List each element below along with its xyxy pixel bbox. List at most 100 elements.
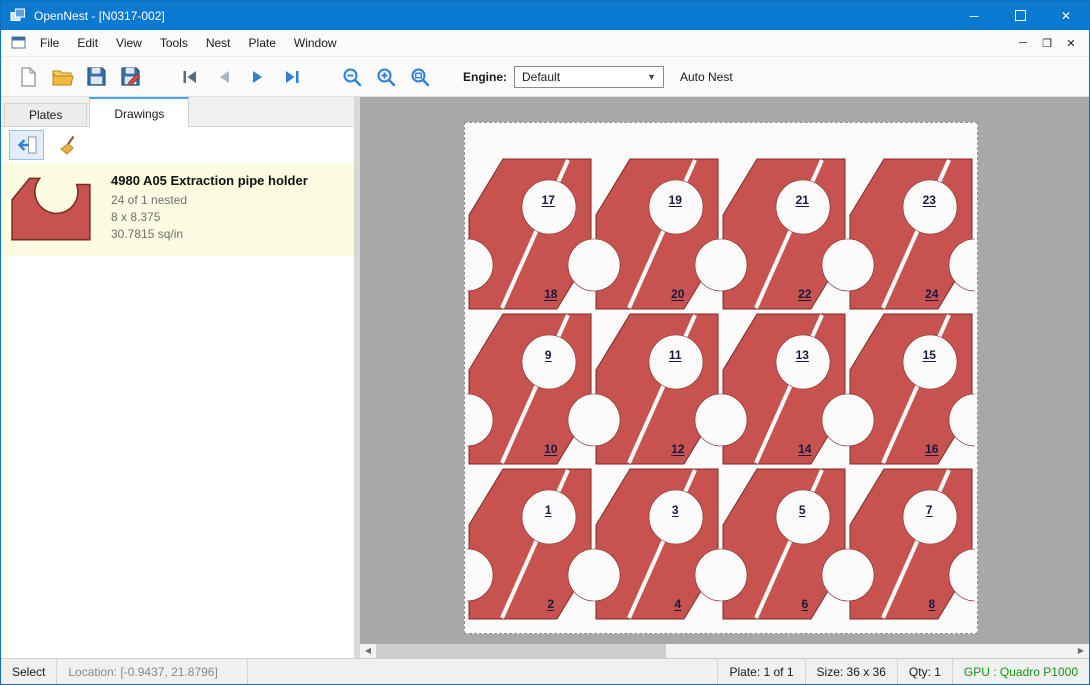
- first-arrow-icon: [180, 67, 200, 87]
- nest-tile[interactable]: 11 12: [594, 312, 721, 467]
- last-arrow-icon: [282, 67, 302, 87]
- scroll-right-icon[interactable]: ▶: [1073, 644, 1089, 658]
- menu-item-plate[interactable]: Plate: [240, 32, 285, 54]
- menu-item-edit[interactable]: Edit: [68, 32, 107, 54]
- horizontal-scrollbar[interactable]: ◀ ▶: [360, 644, 1089, 658]
- last-plate-button[interactable]: [275, 62, 309, 92]
- document-icon[interactable]: [11, 36, 27, 50]
- part-number[interactable]: 18: [544, 287, 557, 301]
- part-number[interactable]: 8: [928, 597, 935, 611]
- part-number[interactable]: 10: [544, 442, 557, 456]
- save-button[interactable]: [79, 62, 113, 92]
- minimize-button[interactable]: ─: [951, 1, 997, 30]
- app-window: OpenNest - [N0317-002] ─ ✕ FileEditViewT…: [0, 0, 1090, 685]
- menu-item-view[interactable]: View: [107, 32, 151, 54]
- part-number[interactable]: 4: [674, 597, 681, 611]
- new-file-button[interactable]: [11, 62, 45, 92]
- zoom-in-button[interactable]: [369, 62, 403, 92]
- engine-selected-value: Default: [522, 70, 560, 84]
- part-number[interactable]: 15: [923, 348, 936, 362]
- part-number[interactable]: 22: [798, 287, 811, 301]
- maximize-icon: [1015, 10, 1026, 21]
- part-number[interactable]: 3: [672, 503, 679, 517]
- zoom-out-button[interactable]: [335, 62, 369, 92]
- close-button[interactable]: ✕: [1043, 1, 1089, 30]
- zoom-in-icon: [375, 66, 397, 88]
- left-panel: Plates Drawings 4980 A05 Extraction pipe…: [1, 97, 355, 658]
- open-folder-icon: [50, 65, 74, 89]
- arrow-left-page-icon: [16, 134, 38, 156]
- chevron-down-icon: ▼: [647, 72, 656, 82]
- drawing-size: 8 x 8.375: [111, 209, 308, 226]
- part-number[interactable]: 11: [669, 348, 682, 362]
- status-gpu: GPU : Quadro P1000: [953, 659, 1089, 684]
- part-number[interactable]: 5: [799, 503, 806, 517]
- part-number[interactable]: 16: [925, 442, 938, 456]
- previous-plate-button[interactable]: [207, 62, 241, 92]
- engine-label: Engine:: [463, 70, 507, 84]
- next-arrow-icon: [248, 67, 268, 87]
- drawing-list-item[interactable]: 4980 A05 Extraction pipe holder 24 of 1 …: [1, 163, 354, 256]
- main-toolbar: Engine: Default ▼ Auto Nest: [1, 57, 1089, 97]
- nest-tile[interactable]: 9 10: [467, 312, 594, 467]
- mdi-minimize-icon[interactable]: ─: [1011, 37, 1035, 49]
- part-number[interactable]: 12: [671, 442, 684, 456]
- save-edit-icon: [119, 65, 142, 88]
- nest-tile[interactable]: 56: [721, 467, 848, 622]
- menu-item-window[interactable]: Window: [285, 32, 346, 54]
- nest-tile[interactable]: 12: [467, 467, 594, 622]
- part-number[interactable]: 1: [545, 503, 552, 517]
- menu-item-nest[interactable]: Nest: [197, 32, 240, 54]
- part-thumbnail: [9, 171, 95, 246]
- nest-tile[interactable]: 34: [594, 467, 721, 622]
- mdi-restore-icon[interactable]: ❐: [1035, 37, 1059, 50]
- nest-canvas[interactable]: 1718 1920 2122 2324 910 1112 1314 1516 1…: [360, 97, 1089, 658]
- nest-tile[interactable]: 78: [848, 467, 975, 622]
- scroll-left-icon[interactable]: ◀: [360, 644, 376, 658]
- plate-sheet[interactable]: 1718 1920 2122 2324 910 1112 1314 1516 1…: [464, 122, 978, 634]
- status-plate: Plate: 1 of 1: [718, 659, 805, 684]
- part-number[interactable]: 2: [547, 597, 554, 611]
- scrollbar-thumb[interactable]: [376, 644, 666, 658]
- status-qty: Qty: 1: [898, 659, 953, 684]
- new-file-icon: [16, 65, 40, 89]
- zoom-fit-button[interactable]: [403, 62, 437, 92]
- mdi-close-icon[interactable]: ✕: [1059, 37, 1083, 50]
- save-edit-button[interactable]: [113, 62, 147, 92]
- part-number[interactable]: 21: [796, 193, 809, 207]
- nest-tile[interactable]: 13 14: [721, 312, 848, 467]
- engine-select[interactable]: Default ▼: [514, 66, 664, 88]
- nest-tile[interactable]: 1718: [467, 157, 594, 312]
- part-number[interactable]: 17: [542, 193, 555, 207]
- part-number[interactable]: 7: [926, 503, 933, 517]
- nest-tile[interactable]: 1920: [594, 157, 721, 312]
- maximize-button[interactable]: [997, 1, 1043, 30]
- menu-item-file[interactable]: File: [31, 32, 68, 54]
- part-number[interactable]: 14: [798, 442, 811, 456]
- menu-item-tools[interactable]: Tools: [151, 32, 197, 54]
- part-number[interactable]: 24: [925, 287, 938, 301]
- part-number[interactable]: 20: [671, 287, 684, 301]
- next-plate-button[interactable]: [241, 62, 275, 92]
- part-number[interactable]: 9: [545, 348, 552, 362]
- content-area: Plates Drawings 4980 A05 Extraction pipe…: [1, 97, 1089, 658]
- nest-tile[interactable]: 21 22: [721, 157, 848, 312]
- part-number[interactable]: 13: [796, 348, 809, 362]
- send-to-nest-button[interactable]: [9, 130, 44, 160]
- first-plate-button[interactable]: [173, 62, 207, 92]
- part-number[interactable]: 19: [669, 193, 682, 207]
- app-icon: [10, 8, 26, 24]
- open-file-button[interactable]: [45, 62, 79, 92]
- status-mode: Select: [1, 659, 57, 684]
- auto-nest-toggle[interactable]: Auto Nest: [680, 70, 733, 84]
- nest-tile[interactable]: 1516: [848, 312, 975, 467]
- status-bar: Select Location: [-0.9437, 21.8796] Plat…: [1, 658, 1089, 684]
- tab-plates[interactable]: Plates: [4, 103, 87, 126]
- drawings-toolbar: [1, 127, 354, 163]
- part-number[interactable]: 6: [801, 597, 808, 611]
- nest-tile[interactable]: 23 24: [848, 157, 975, 312]
- clean-button[interactable]: [51, 130, 86, 160]
- save-icon: [85, 65, 108, 88]
- part-number[interactable]: 23: [923, 193, 936, 207]
- tab-drawings[interactable]: Drawings: [89, 97, 189, 127]
